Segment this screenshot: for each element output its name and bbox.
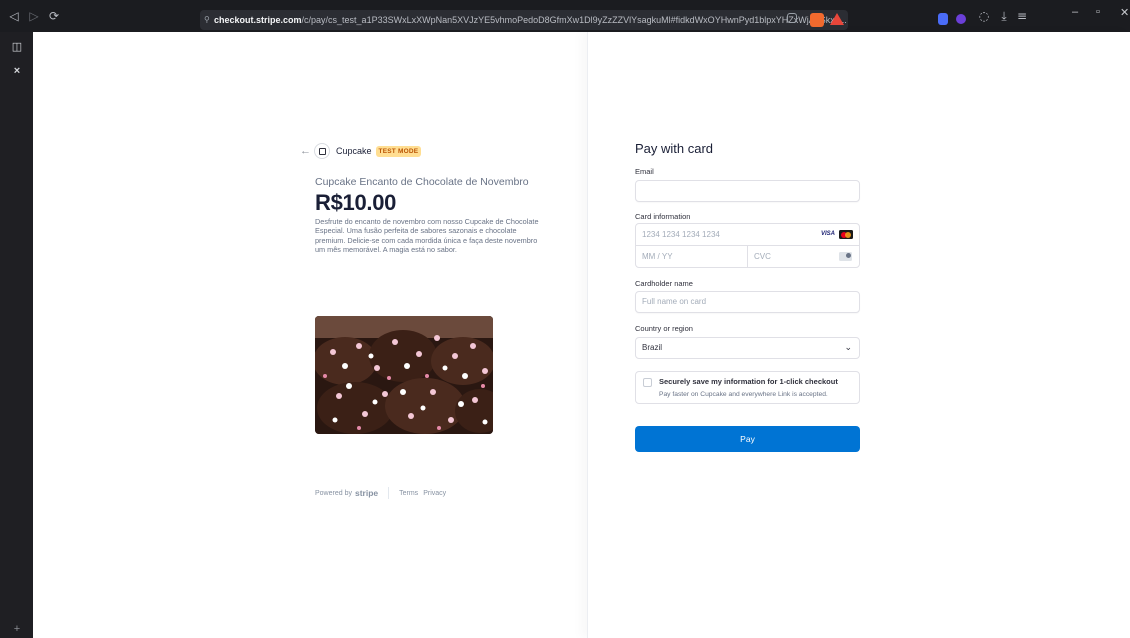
menu-icon[interactable]: ≡ <box>1014 8 1030 24</box>
sidebar-panel-icon[interactable]: ◫ <box>10 40 24 54</box>
share-icon[interactable] <box>787 13 797 23</box>
card-expiry-input[interactable]: MM / YY <box>636 246 748 267</box>
product-image <box>315 316 493 434</box>
test-mode-badge: TEST MODE <box>375 145 422 157</box>
merchant-logo-icon <box>314 143 330 159</box>
forward-icon[interactable]: ▷ <box>26 8 42 24</box>
visa-icon: VISA <box>820 231 835 237</box>
product-price: R$10.00 <box>315 190 397 215</box>
browser-toolbar: ◁ ▷ ⟳ ⚲ checkout.stripe.com/c/pay/cs_tes… <box>0 0 1130 32</box>
product-description: Desfrute do encanto de novembro com noss… <box>315 217 539 255</box>
form-title: Pay with card <box>635 141 714 156</box>
extensions-icon[interactable]: ◌ <box>976 8 992 24</box>
download-icon[interactable]: ⤓ <box>996 8 1012 24</box>
mastercard-icon <box>839 230 853 239</box>
new-tab-icon[interactable]: + <box>10 622 24 636</box>
product-name: Cupcake Encanto de Chocolate de Novembro <box>315 176 529 188</box>
order-summary-panel <box>33 32 587 638</box>
powered-by-text: Powered by <box>315 489 352 497</box>
brave-shields-icon[interactable] <box>810 13 824 27</box>
reload-icon[interactable]: ⟳ <box>46 8 62 24</box>
chevron-down-icon: ⌄ <box>844 343 852 353</box>
maximize-icon[interactable]: ▫ <box>1096 6 1100 18</box>
privacy-link[interactable]: Privacy <box>423 490 446 497</box>
address-bar[interactable]: ⚲ checkout.stripe.com/c/pay/cs_test_a1P3… <box>200 10 848 30</box>
stripe-logo[interactable]: stripe <box>355 488 378 498</box>
cardholder-name-label: Cardholder name <box>635 279 693 288</box>
checkout-footer: Powered by stripe Terms Privacy <box>315 487 451 499</box>
save-info-subtitle: Pay faster on Cupcake and everywhere Lin… <box>659 391 828 398</box>
back-icon[interactable]: ◁ <box>6 8 22 24</box>
back-arrow-icon[interactable]: ← <box>300 145 314 157</box>
country-select[interactable]: Brazil ⌄ <box>635 337 860 359</box>
cvc-icon <box>839 252 852 261</box>
merchant-header: ← Cupcake TEST MODE <box>300 143 422 159</box>
payment-panel <box>587 32 1130 638</box>
minimize-icon[interactable]: – <box>1072 6 1078 18</box>
merchant-name: Cupcake <box>336 146 372 156</box>
footer-divider <box>388 487 390 499</box>
tab-close-icon[interactable]: × <box>10 64 24 78</box>
link-save-info[interactable]: Securely save my information for 1-click… <box>635 371 860 404</box>
country-value: Brazil <box>642 343 663 352</box>
save-info-title: Securely save my information for 1-click… <box>659 377 838 386</box>
site-info-icon[interactable]: ⚲ <box>204 10 210 30</box>
browser-sidebar: ◫ × + <box>0 32 33 638</box>
save-info-checkbox[interactable] <box>643 378 652 387</box>
card-info-label: Card information <box>635 212 691 221</box>
window-close-icon[interactable]: ✕ <box>1120 6 1129 19</box>
vpn-icon[interactable] <box>956 14 966 24</box>
wallet-icon[interactable] <box>938 13 948 25</box>
terms-link[interactable]: Terms <box>399 490 418 497</box>
pay-button[interactable]: Pay <box>635 426 860 452</box>
card-cvc-input[interactable]: CVC <box>748 246 859 267</box>
email-field[interactable] <box>635 180 860 202</box>
url-domain: checkout.stripe.com <box>214 15 302 25</box>
email-label: Email <box>635 167 654 176</box>
brave-rewards-icon[interactable] <box>830 13 844 25</box>
country-label: Country or region <box>635 324 693 333</box>
cardholder-name-input[interactable]: Full name on card <box>635 291 860 313</box>
card-cvc-placeholder: CVC <box>754 252 771 261</box>
url-path: /c/pay/cs_test_a1P33SWxLxXWpNan5XVJzYE5v… <box>301 15 847 25</box>
card-information-group: 1234 1234 1234 1234 VISA MM / YY CVC <box>635 223 860 268</box>
